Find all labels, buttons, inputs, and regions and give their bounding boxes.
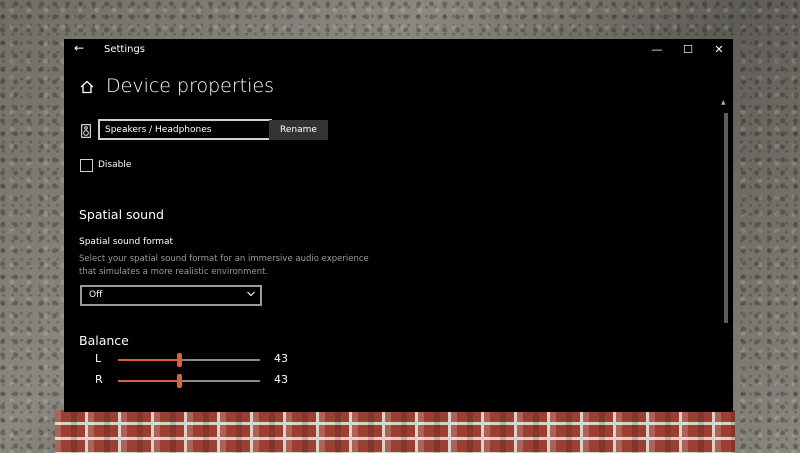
scroll-thumb[interactable] [724,113,728,323]
scrollbar[interactable]: ▲ [721,99,731,409]
left-balance-value: 43 [274,352,288,365]
speaker-icon [81,123,91,142]
close-button[interactable]: ✕ [704,41,733,59]
select-value: Off [89,290,103,300]
slider-fill [118,359,180,361]
rename-button[interactable]: Rename [269,120,328,140]
right-balance-value: 43 [274,373,288,386]
disable-checkbox[interactable] [80,159,93,172]
spatial-format-label: Spatial sound format [79,237,174,247]
window-title: Settings [104,44,146,55]
left-channel-label: L [95,352,102,365]
slider-fill [118,380,180,382]
spatial-sound-heading: Spatial sound [79,207,164,222]
minimize-button[interactable]: — [642,41,672,59]
maximize-button[interactable]: ☐ [673,41,703,59]
spatial-format-select[interactable]: Off [80,285,262,306]
disable-label: Disable [98,160,132,170]
left-balance-slider[interactable] [118,353,260,367]
right-channel-label: R [95,373,103,386]
spatial-format-description: Select your spatial sound format for an … [79,254,369,277]
brick-wall-background [55,410,735,453]
slider-thumb[interactable] [176,353,182,367]
home-icon[interactable] [80,79,94,98]
back-arrow-icon[interactable]: ← [74,41,84,55]
slider-thumb[interactable] [176,374,182,388]
settings-window: ← Settings — ☐ ✕ Device properties Renam… [64,39,733,412]
scroll-up-icon[interactable]: ▲ [721,99,726,106]
page-title: Device properties [106,75,274,97]
chevron-down-icon [246,287,256,304]
device-name-input[interactable] [98,119,272,140]
title-bar: ← Settings — ☐ ✕ [64,39,733,61]
right-balance-slider[interactable] [118,374,260,388]
balance-heading: Balance [79,333,129,348]
